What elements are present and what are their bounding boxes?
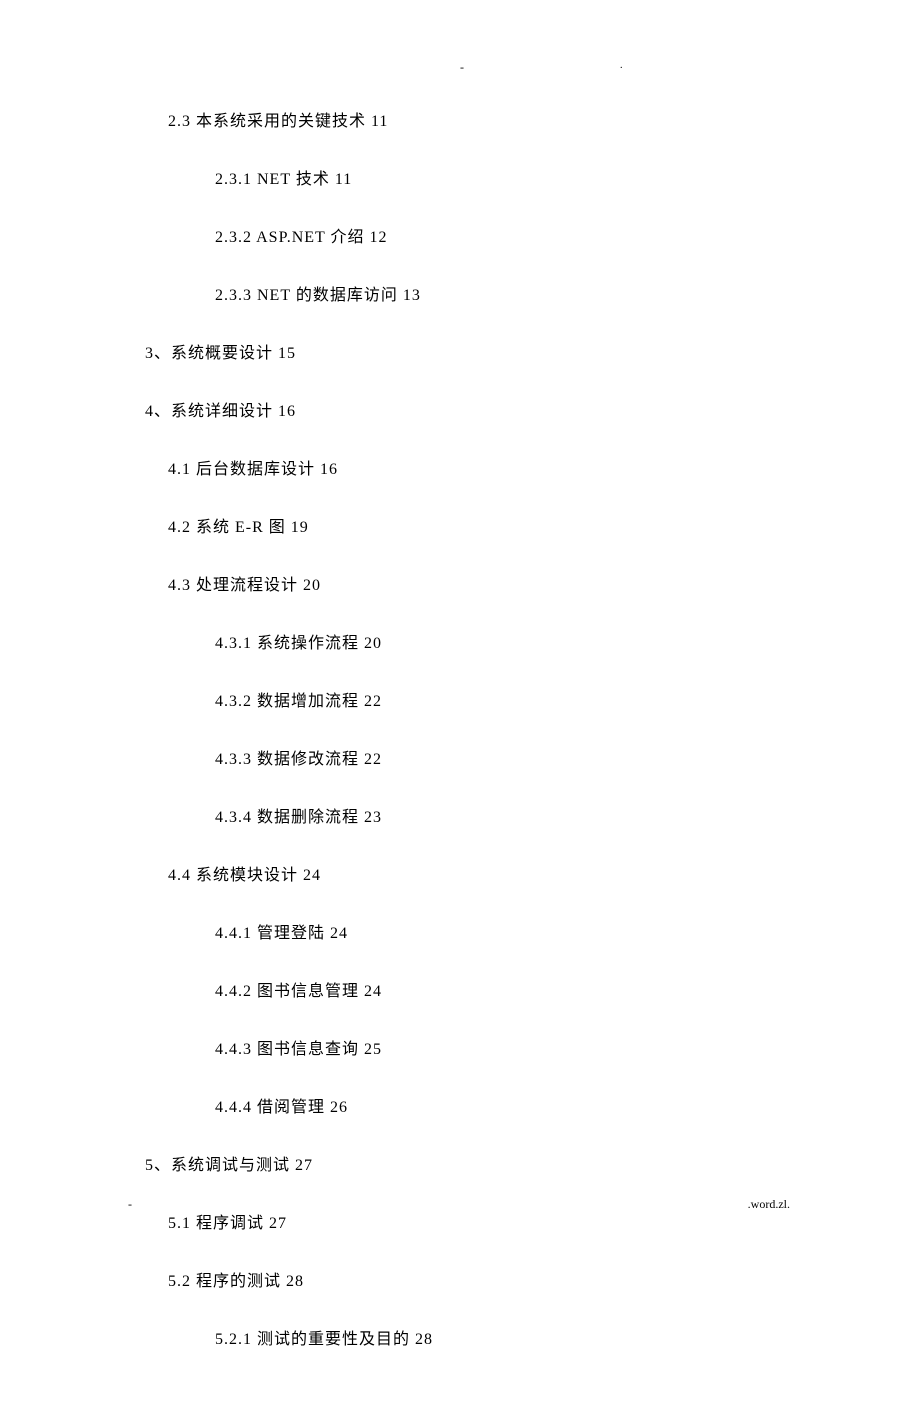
toc-entry: 4.3.3 数据修改流程 22 — [215, 748, 800, 772]
toc-entry: 2.3 本系统采用的关键技术 11 — [168, 110, 800, 134]
toc-entry: 2.3.2 ASP.NET 介绍 12 — [215, 226, 800, 250]
toc-entry: 4、系统详细设计 16 — [145, 400, 800, 424]
toc-entry: 2.3.1 NET 技术 11 — [215, 168, 800, 192]
toc-entry: 4.3.2 数据增加流程 22 — [215, 690, 800, 714]
toc-entry: 4.4.4 借阅管理 26 — [215, 1096, 800, 1120]
header-mark-center: - — [460, 60, 464, 75]
footer-left: - — [128, 1197, 132, 1212]
footer-right: .word.zl. — [748, 1197, 790, 1212]
toc-entry: 2.3.3 NET 的数据库访问 13 — [215, 284, 800, 308]
toc-entry: 4.3.1 系统操作流程 20 — [215, 632, 800, 656]
toc-entry: 4.1 后台数据库设计 16 — [168, 458, 800, 482]
toc-entry: 4.4.2 图书信息管理 24 — [215, 980, 800, 1004]
toc-entry: 5.2 程序的测试 28 — [168, 1270, 800, 1294]
toc: 2.3 本系统采用的关键技术 11 2.3.1 NET 技术 11 2.3.2 AS… — [120, 110, 800, 1352]
toc-entry: 3、系统概要设计 15 — [145, 342, 800, 366]
page-body: 2.3 本系统采用的关键技术 11 2.3.1 NET 技术 11 2.3.2 AS… — [0, 0, 920, 1426]
toc-entry: 4.3.4 数据删除流程 23 — [215, 806, 800, 830]
header-mark-right: . — [620, 60, 623, 71]
toc-entry: 4.4.3 图书信息查询 25 — [215, 1038, 800, 1062]
toc-entry: 5、系统调试与测试 27 — [145, 1154, 800, 1178]
toc-entry: 5.2.1 测试的重要性及目的 28 — [215, 1328, 800, 1352]
toc-entry: 4.3 处理流程设计 20 — [168, 574, 800, 598]
toc-entry: 4.4.1 管理登陆 24 — [215, 922, 800, 946]
toc-entry: 4.4 系统模块设计 24 — [168, 864, 800, 888]
toc-entry: 5.1 程序调试 27 — [168, 1212, 800, 1236]
toc-entry: 4.2 系统 E-R 图 19 — [168, 516, 800, 540]
